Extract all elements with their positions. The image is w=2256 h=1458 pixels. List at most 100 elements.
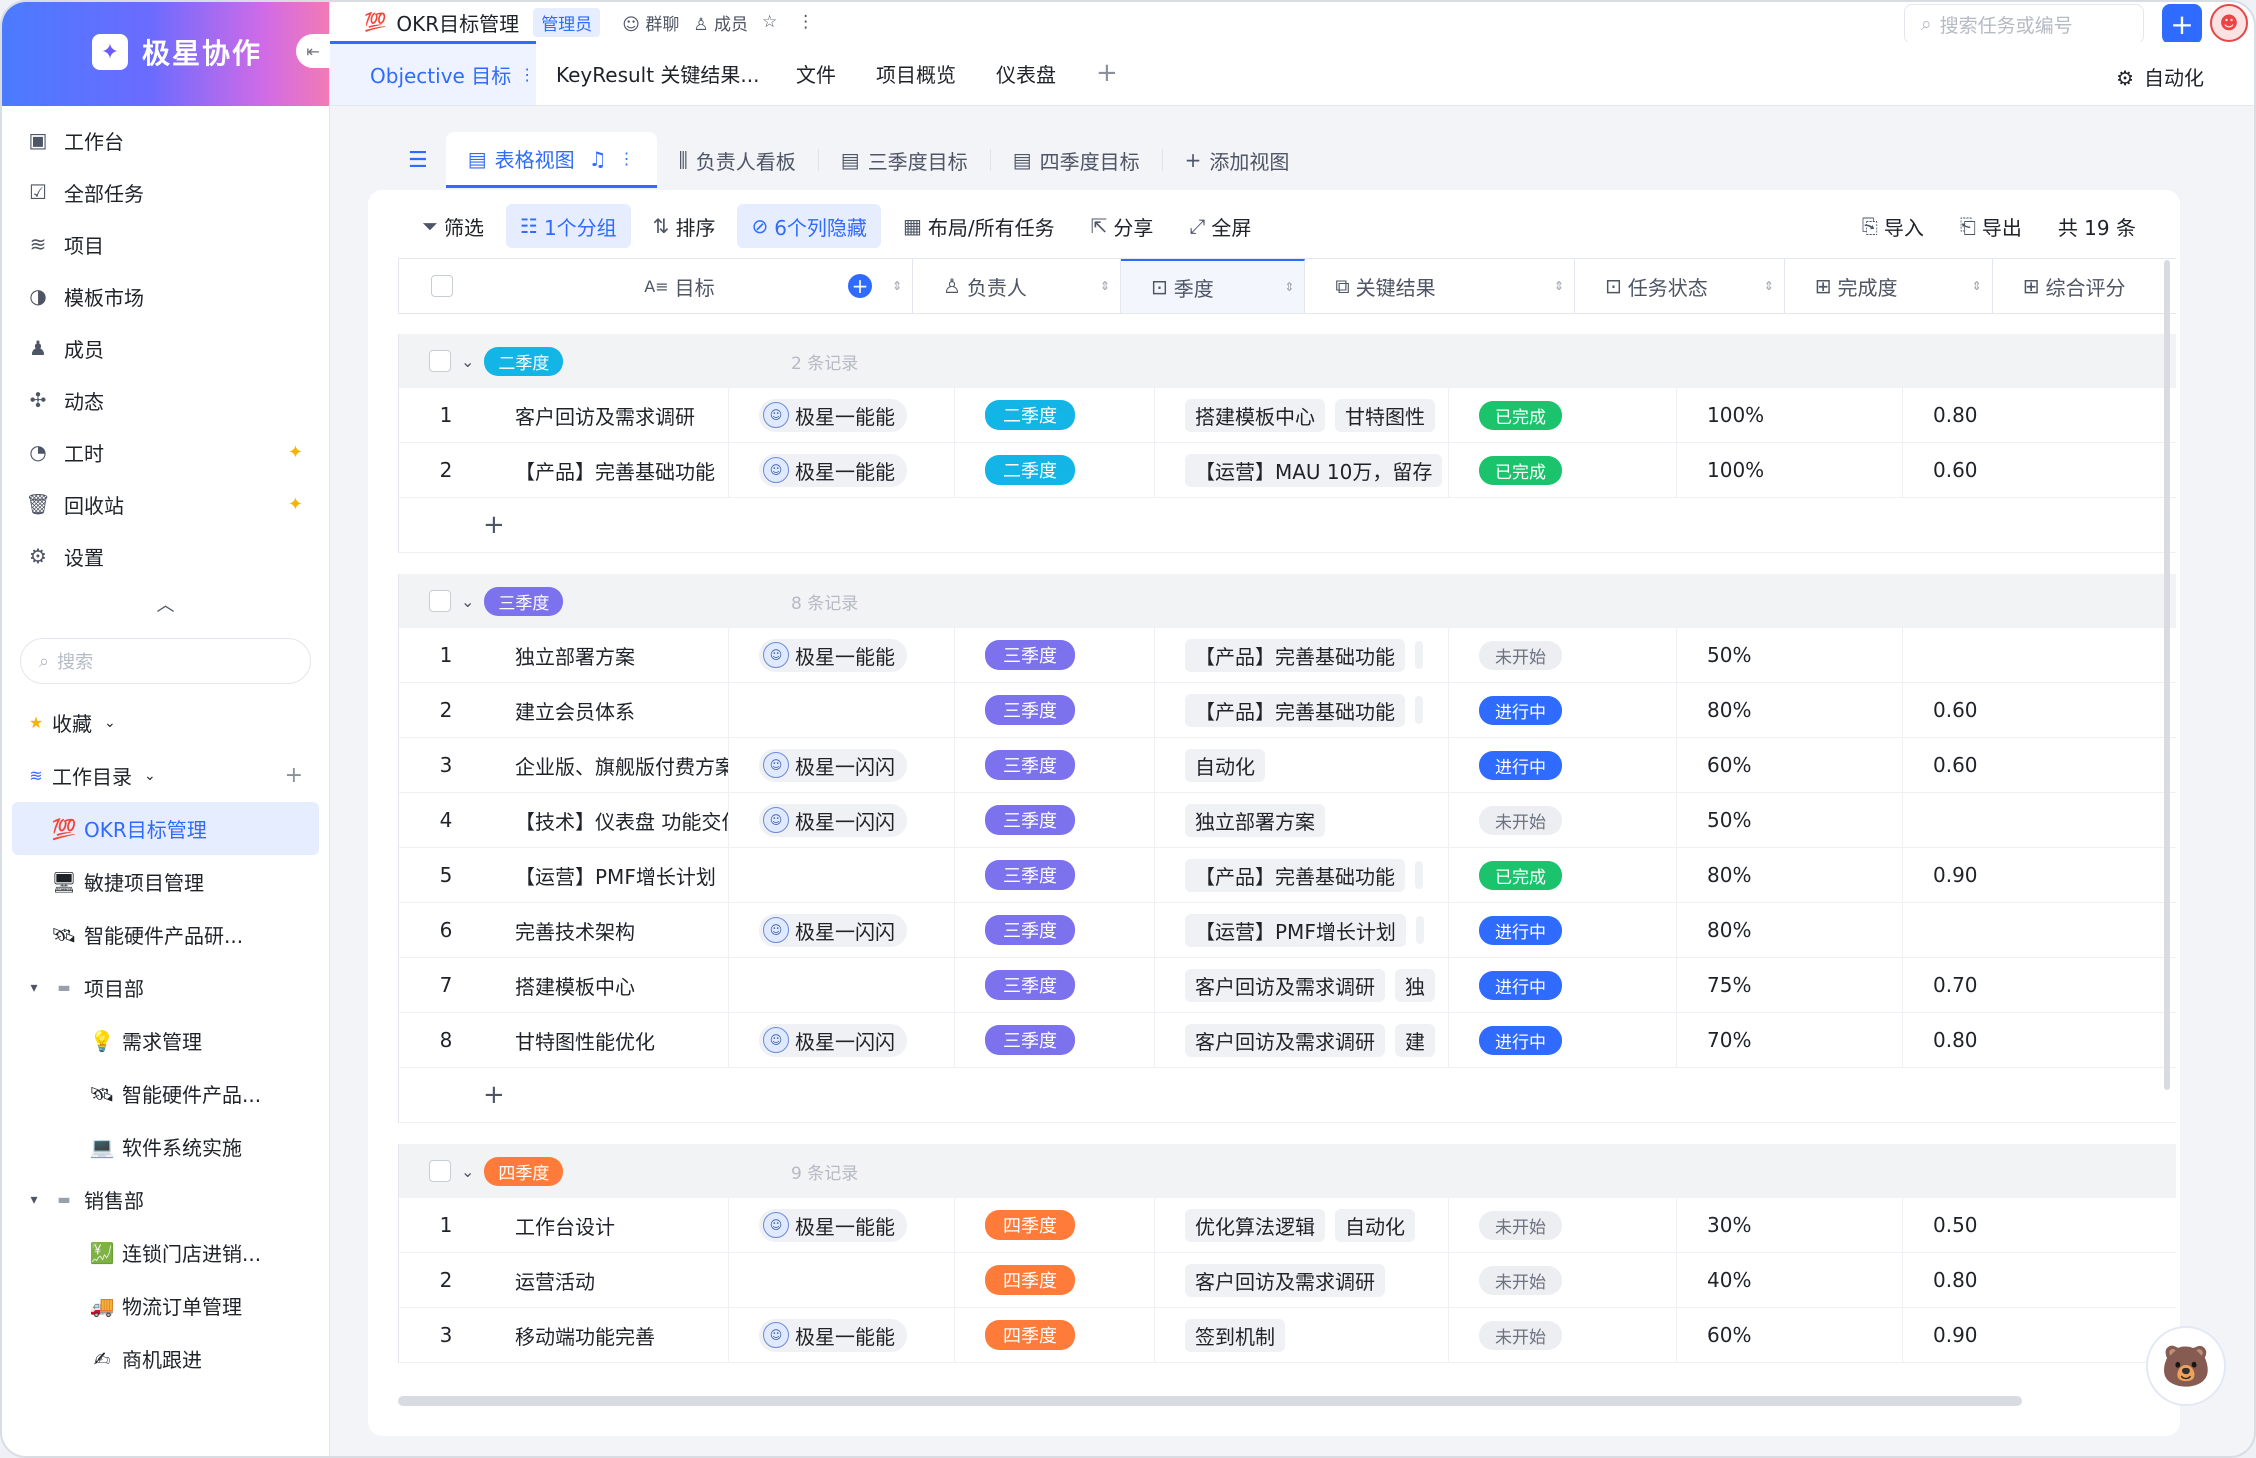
goal-cell[interactable]: 搭建模板中心 bbox=[493, 958, 729, 1012]
keyresult-cell[interactable]: 独立部署方案 bbox=[1155, 793, 1449, 847]
add-button[interactable]: + bbox=[2162, 4, 2202, 44]
keyresult-cell[interactable]: 【运营】PMF增长计划 bbox=[1155, 903, 1449, 957]
nav-item-0[interactable]: ▣ 工作台 bbox=[2, 114, 329, 166]
quarter-cell[interactable]: 四季度 bbox=[955, 1198, 1155, 1252]
chevron-down-icon[interactable]: ⌄ bbox=[461, 1162, 474, 1181]
col-quarter[interactable]: ⊡ 季度 ⇕ bbox=[1120, 259, 1306, 313]
quarter-cell[interactable]: 三季度 bbox=[955, 628, 1155, 682]
status-cell[interactable]: 已完成 bbox=[1449, 848, 1677, 902]
tree-item[interactable]: 🚚 物流订单管理 bbox=[2, 1279, 329, 1332]
task-search-input[interactable]: ⌕ 搜索任务或编号 bbox=[1904, 4, 2144, 44]
progress-cell[interactable]: 50% bbox=[1677, 793, 1903, 847]
quarter-cell[interactable]: 三季度 bbox=[955, 738, 1155, 792]
status-cell[interactable]: 已完成 bbox=[1449, 388, 1677, 442]
members-link[interactable]: ♙ 成员 bbox=[693, 10, 748, 35]
nav-item-3[interactable]: ◑ 模板市场 bbox=[2, 270, 329, 322]
status-cell[interactable]: 未开始 bbox=[1449, 1253, 1677, 1307]
table-row[interactable]: 2 建立会员体系 三季度 【产品】完善基础功能 进行中 80% 0.60 bbox=[398, 683, 2176, 738]
goal-cell[interactable]: 【运营】PMF增长计划 bbox=[493, 848, 729, 902]
goal-cell[interactable]: 运营活动 bbox=[493, 1253, 729, 1307]
tree-item[interactable]: 💹 连锁门店进销... bbox=[2, 1226, 329, 1279]
add-view-button[interactable]: + 添加视图 bbox=[1163, 132, 1312, 188]
score-cell[interactable]: 0.60 bbox=[1903, 683, 2103, 737]
group-checkbox[interactable] bbox=[429, 350, 451, 372]
owner-cell[interactable]: ☺ 极星一能能 bbox=[729, 443, 955, 497]
tab-dashboard[interactable]: 仪表盘 bbox=[976, 41, 1076, 105]
keyresult-cell[interactable]: 优化算法逻辑 自动化 bbox=[1155, 1198, 1449, 1252]
progress-cell[interactable]: 80% bbox=[1677, 903, 1903, 957]
keyresult-cell[interactable]: 搭建模板中心 甘特图性 bbox=[1155, 388, 1449, 442]
add-column-icon[interactable]: + bbox=[848, 274, 872, 298]
vertical-scrollbar[interactable] bbox=[2164, 260, 2170, 1090]
col-progress[interactable]: ⊞ 完成度 ⇕ bbox=[1785, 259, 1993, 313]
tree-item[interactable]: ▾ ▬ 项目部 bbox=[2, 961, 329, 1014]
automation-button[interactable]: ⚙ 自动化 bbox=[2116, 62, 2204, 91]
owner-cell[interactable]: ☺ 极星一能能 bbox=[729, 1308, 955, 1362]
quarter-cell[interactable]: 三季度 bbox=[955, 683, 1155, 737]
owner-cell[interactable] bbox=[729, 1253, 955, 1307]
col-score[interactable]: ⊞ 综合评分 bbox=[1993, 259, 2176, 313]
quarter-cell[interactable]: 三季度 bbox=[955, 1013, 1155, 1067]
import-button[interactable]: ⎘ 导入 bbox=[1848, 204, 1938, 248]
goal-cell[interactable]: 甘特图性能优化 bbox=[493, 1013, 729, 1067]
chevron-down-icon[interactable]: ⌄ bbox=[461, 592, 474, 611]
goal-cell[interactable]: 完善技术架构 bbox=[493, 903, 729, 957]
nav-item-1[interactable]: ☑ 全部任务 bbox=[2, 166, 329, 218]
tree-item[interactable]: ✍ 商机跟进 bbox=[2, 1332, 329, 1385]
fullscreen-button[interactable]: ⤢ 全屏 bbox=[1175, 204, 1265, 248]
goal-cell[interactable]: 【技术】仪表盘 功能交付 bbox=[493, 793, 729, 847]
quarter-cell[interactable]: 四季度 bbox=[955, 1253, 1155, 1307]
tab-files[interactable]: 文件 bbox=[766, 41, 856, 105]
goal-cell[interactable]: 移动端功能完善 bbox=[493, 1308, 729, 1362]
more-icon[interactable]: ⋮ bbox=[797, 12, 814, 32]
view-q4[interactable]: ▤ 四季度目标 bbox=[991, 132, 1162, 188]
score-cell[interactable] bbox=[1903, 628, 2103, 682]
group-checkbox[interactable] bbox=[429, 1160, 451, 1182]
add-row-button[interactable]: + bbox=[398, 1068, 2176, 1123]
table-row[interactable]: 5 【运营】PMF增长计划 三季度 【产品】完善基础功能 已完成 80% 0.90 bbox=[398, 848, 2176, 903]
progress-cell[interactable]: 60% bbox=[1677, 738, 1903, 792]
table-row[interactable]: 1 客户回访及需求调研 ☺ 极星一能能 二季度 搭建模板中心 甘特图性 已完成 100% 0.80 bbox=[398, 388, 2176, 443]
score-cell[interactable]: 0.90 bbox=[1903, 1308, 2103, 1362]
owner-cell[interactable] bbox=[729, 848, 955, 902]
table-row[interactable]: 1 工作台设计 ☺ 极星一能能 四季度 优化算法逻辑 自动化 未开始 30% 0.50 bbox=[398, 1198, 2176, 1253]
export-button[interactable]: ⎗ 导出 bbox=[1946, 204, 2036, 248]
caret-down-icon[interactable]: ▾ bbox=[24, 1192, 44, 1208]
quarter-cell[interactable]: 三季度 bbox=[955, 848, 1155, 902]
score-cell[interactable]: 0.60 bbox=[1903, 738, 2103, 792]
score-cell[interactable] bbox=[1903, 903, 2103, 957]
score-cell[interactable]: 0.50 bbox=[1903, 1198, 2103, 1252]
owner-cell[interactable] bbox=[729, 958, 955, 1012]
status-cell[interactable]: 未开始 bbox=[1449, 1198, 1677, 1252]
goal-cell[interactable]: 客户回访及需求调研 bbox=[493, 388, 729, 442]
sort-button[interactable]: ⇅ 排序 bbox=[639, 204, 730, 248]
filter-button[interactable]: ⏷ 筛选 bbox=[408, 204, 498, 248]
tree-item[interactable]: 🖥 敏捷项目管理 bbox=[2, 855, 329, 908]
status-cell[interactable]: 进行中 bbox=[1449, 683, 1677, 737]
quarter-cell[interactable]: 二季度 bbox=[955, 443, 1155, 497]
progress-cell[interactable]: 75% bbox=[1677, 958, 1903, 1012]
caret-down-icon[interactable]: ▾ bbox=[24, 980, 44, 996]
score-cell[interactable]: 0.60 bbox=[1903, 443, 2103, 497]
progress-cell[interactable]: 40% bbox=[1677, 1253, 1903, 1307]
nav-item-5[interactable]: ✣ 动态 bbox=[2, 374, 329, 426]
score-cell[interactable]: 0.70 bbox=[1903, 958, 2103, 1012]
progress-cell[interactable]: 80% bbox=[1677, 848, 1903, 902]
workdir-item[interactable]: ≋ 工作目录 ⌄ + bbox=[2, 749, 329, 802]
tree-item[interactable]: 💯 OKR目标管理 bbox=[12, 802, 319, 855]
owner-cell[interactable]: ☺ 极星一能能 bbox=[729, 1198, 955, 1252]
add-workdir-icon[interactable]: + bbox=[285, 763, 303, 788]
keyresult-cell[interactable]: 签到机制 bbox=[1155, 1308, 1449, 1362]
quarter-cell[interactable]: 三季度 bbox=[955, 793, 1155, 847]
score-cell[interactable]: 0.80 bbox=[1903, 388, 2103, 442]
progress-cell[interactable]: 100% bbox=[1677, 388, 1903, 442]
collapse-nav-chevron-icon[interactable]: ︿ bbox=[2, 582, 329, 626]
view-menu-icon[interactable]: ☰ bbox=[390, 132, 446, 188]
progress-cell[interactable]: 30% bbox=[1677, 1198, 1903, 1252]
table-row[interactable]: 2 【产品】完善基础功能 ☺ 极星一能能 二季度 【运营】MAU 10万，留存 已完成 100… bbox=[398, 443, 2176, 498]
tree-item[interactable]: 🛰 智能硬件产品... bbox=[2, 1067, 329, 1120]
keyresult-cell[interactable]: 【产品】完善基础功能 bbox=[1155, 848, 1449, 902]
keyresult-cell[interactable]: 【产品】完善基础功能 bbox=[1155, 628, 1449, 682]
layout-button[interactable]: ▦ 布局/所有任务 bbox=[889, 204, 1069, 248]
chevron-down-icon[interactable]: ⌄ bbox=[461, 352, 474, 371]
